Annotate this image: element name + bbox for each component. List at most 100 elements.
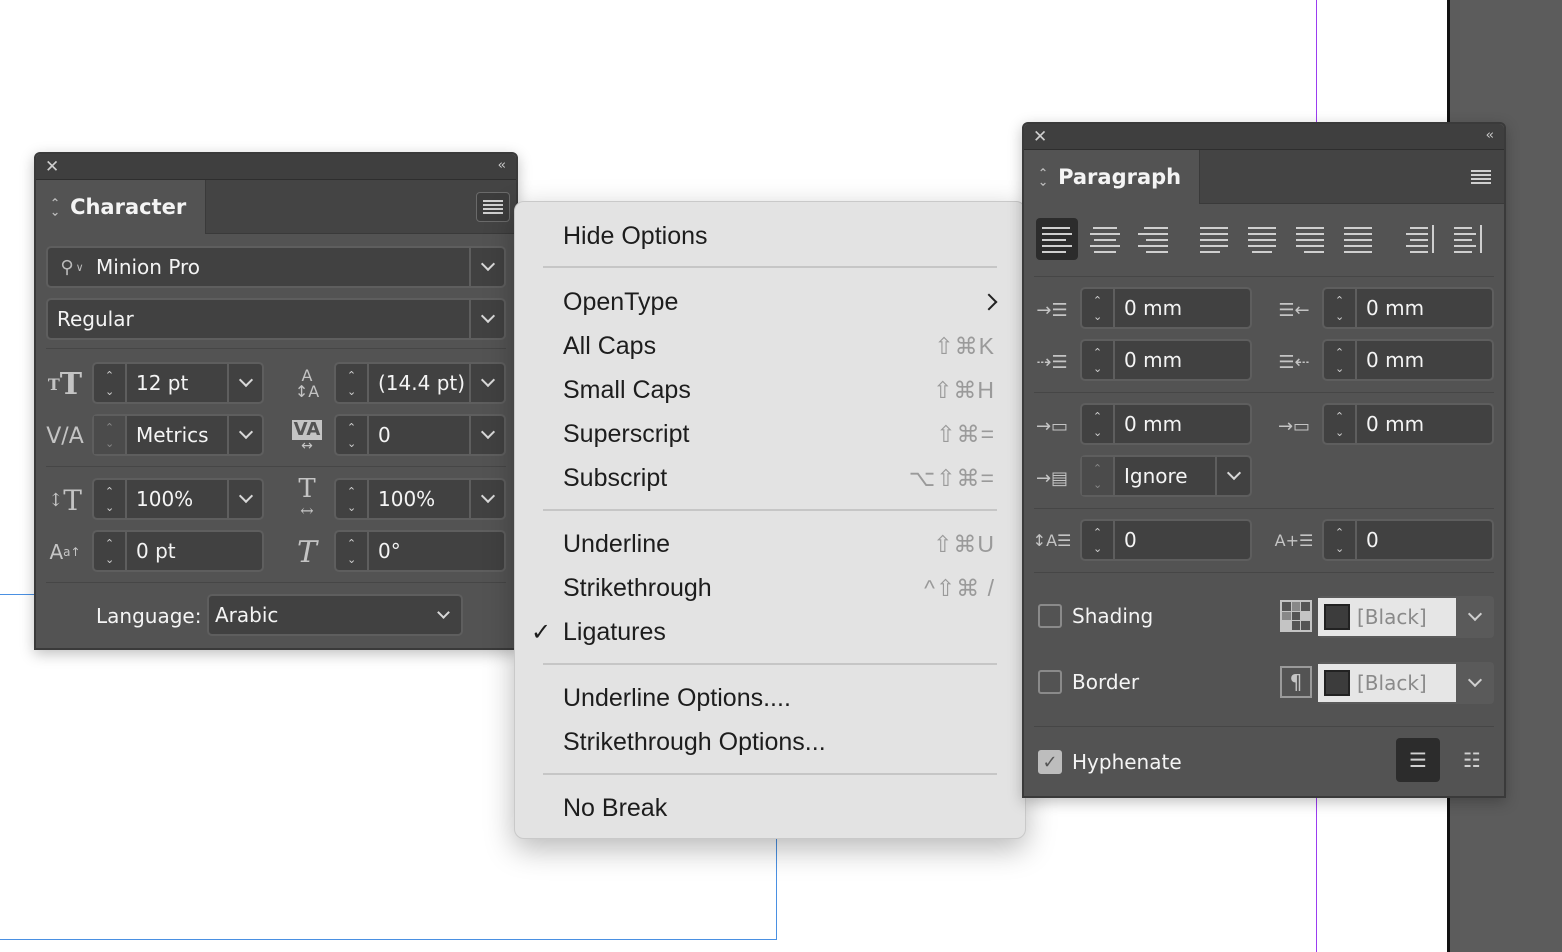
- tracking-value[interactable]: 0: [369, 423, 469, 447]
- font-style-field[interactable]: Regular: [46, 298, 506, 340]
- stepper[interactable]: ⌃ ⌃: [1082, 341, 1115, 379]
- paragraph-composer-button[interactable]: ☷: [1450, 738, 1494, 782]
- leading-field[interactable]: ⌃ ⌃ (14.4 pt): [334, 362, 506, 404]
- stepper[interactable]: ⌃ ⌃: [1082, 289, 1115, 327]
- chevron-down-icon[interactable]: [469, 248, 504, 286]
- close-icon[interactable]: ✕: [45, 157, 59, 177]
- font-family-value[interactable]: Minion Pro: [96, 255, 469, 279]
- chevron-down-icon[interactable]: [227, 480, 262, 518]
- justify-left-button[interactable]: [1194, 218, 1236, 260]
- stepper[interactable]: ⌃ ⌃: [336, 364, 369, 402]
- menu-item-underline[interactable]: Underline ⇧⌘U: [515, 524, 1025, 564]
- font-family-field[interactable]: ⚲ ∨ Minion Pro: [46, 246, 506, 288]
- chevron-down-icon[interactable]: [227, 416, 262, 454]
- font-size-field[interactable]: ⌃ ⌃ 12 pt: [92, 362, 264, 404]
- left-indent-field[interactable]: ⌃ ⌃ 0 mm: [1080, 287, 1252, 329]
- kerning-field[interactable]: ⌃ ⌃ Metrics: [92, 414, 264, 456]
- vertical-scale-field[interactable]: ⌃ ⌃ 100%: [92, 478, 264, 520]
- chevron-down-icon[interactable]: [469, 364, 504, 402]
- menu-item-underline-options[interactable]: Underline Options....: [515, 678, 1025, 718]
- menu-item-no-break[interactable]: No Break: [515, 788, 1025, 828]
- single-line-composer-button[interactable]: ☰: [1396, 738, 1440, 782]
- horizontal-scale-field[interactable]: ⌃ ⌃ 100%: [334, 478, 506, 520]
- baseline-shift-field[interactable]: ⌃ ⌃ 0 pt: [92, 530, 264, 572]
- stepper[interactable]: ⌃ ⌃: [1324, 521, 1357, 559]
- language-value[interactable]: Arabic: [209, 603, 425, 627]
- drop-cap-lines-value[interactable]: 0: [1115, 528, 1250, 552]
- menu-item-subscript[interactable]: Subscript ⌥⇧⌘=: [515, 458, 1025, 498]
- hyphenate-checkbox[interactable]: ✓: [1038, 750, 1062, 774]
- menu-item-superscript[interactable]: Superscript ⇧⌘=: [515, 414, 1025, 454]
- stepper[interactable]: ⌃ ⌃: [336, 416, 369, 454]
- stepper[interactable]: ⌃ ⌃: [336, 532, 369, 570]
- right-indent-field[interactable]: ⌃ ⌃ 0 mm: [1322, 287, 1494, 329]
- align-right-button[interactable]: [1132, 218, 1174, 260]
- menu-item-ligatures[interactable]: ✓ Ligatures: [515, 612, 1025, 652]
- panel-titlebar[interactable]: ✕ ‹‹: [36, 154, 516, 180]
- chevron-down-icon[interactable]: [469, 416, 504, 454]
- align-to-grid-select[interactable]: ⌃ ⌃ Ignore: [1080, 455, 1252, 497]
- justify-center-button[interactable]: [1242, 218, 1284, 260]
- last-line-indent-field[interactable]: ⌃ ⌃ 0 mm: [1322, 339, 1494, 381]
- vertical-scale-value[interactable]: 100%: [127, 487, 227, 511]
- horizontal-scale-value[interactable]: 100%: [369, 487, 469, 511]
- border-color-select[interactable]: [Black]: [1318, 662, 1494, 704]
- menu-item-strikethrough-options[interactable]: Strikethrough Options...: [515, 722, 1025, 762]
- shading-color-select[interactable]: [Black]: [1318, 596, 1494, 638]
- justify-all-button[interactable]: [1338, 218, 1380, 260]
- right-indent-value[interactable]: 0 mm: [1357, 296, 1492, 320]
- stepper[interactable]: ⌃ ⌃: [94, 480, 127, 518]
- panel-menu-button[interactable]: [1464, 162, 1498, 192]
- align-left-button[interactable]: [1036, 218, 1078, 260]
- leading-value[interactable]: (14.4 pt): [369, 371, 469, 395]
- align-to-grid-value[interactable]: Ignore: [1115, 464, 1215, 488]
- space-before-field[interactable]: ⌃ ⌃ 0 mm: [1080, 403, 1252, 445]
- left-indent-value[interactable]: 0 mm: [1115, 296, 1250, 320]
- justify-right-button[interactable]: [1290, 218, 1332, 260]
- stepper[interactable]: ⌃ ⌃: [1324, 289, 1357, 327]
- drop-cap-chars-field[interactable]: ⌃ ⌃ 0: [1322, 519, 1494, 561]
- align-towards-spine-button[interactable]: [1400, 218, 1442, 260]
- chevron-down-icon[interactable]: [1456, 672, 1494, 688]
- first-line-indent-value[interactable]: 0 mm: [1115, 348, 1250, 372]
- skew-value[interactable]: 0°: [369, 539, 504, 563]
- align-away-from-spine-button[interactable]: [1448, 218, 1490, 260]
- kerning-value[interactable]: Metrics: [127, 423, 227, 447]
- drop-cap-lines-field[interactable]: ⌃ ⌃ 0: [1080, 519, 1252, 561]
- align-center-button[interactable]: [1084, 218, 1126, 260]
- stepper[interactable]: ⌃ ⌃: [94, 532, 127, 570]
- shading-swatch-icon[interactable]: [1280, 600, 1312, 632]
- chevron-down-icon[interactable]: [227, 364, 262, 402]
- stepper[interactable]: ⌃ ⌃: [336, 480, 369, 518]
- pilcrow-icon[interactable]: ¶: [1280, 666, 1312, 698]
- first-line-indent-field[interactable]: ⌃ ⌃ 0 mm: [1080, 339, 1252, 381]
- stepper[interactable]: ⌃ ⌃: [94, 364, 127, 402]
- chevron-down-icon[interactable]: [1456, 606, 1494, 622]
- space-after-field[interactable]: ⌃ ⌃ 0 mm: [1322, 403, 1494, 445]
- panel-titlebar[interactable]: ✕ ‹‹: [1024, 124, 1504, 150]
- skew-field[interactable]: ⌃ ⌃ 0°: [334, 530, 506, 572]
- shading-checkbox[interactable]: [1038, 604, 1062, 628]
- menu-item-hide-options[interactable]: Hide Options: [515, 216, 1025, 256]
- chevron-down-icon[interactable]: [425, 605, 461, 619]
- tracking-field[interactable]: ⌃ ⌃ 0: [334, 414, 506, 456]
- close-icon[interactable]: ✕: [1033, 127, 1047, 147]
- menu-item-opentype[interactable]: OpenType: [515, 282, 1025, 322]
- drop-cap-chars-value[interactable]: 0: [1357, 528, 1492, 552]
- tab-paragraph[interactable]: ⌃ ⌃ Paragraph: [1024, 150, 1200, 204]
- stepper[interactable]: ⌃ ⌃: [1324, 405, 1357, 443]
- collapse-icon[interactable]: ‹‹: [1486, 128, 1495, 143]
- language-select[interactable]: Arabic: [207, 594, 463, 636]
- chevron-down-icon[interactable]: [469, 300, 504, 338]
- stepper[interactable]: ⌃ ⌃: [94, 416, 127, 454]
- panel-menu-button[interactable]: [476, 192, 510, 222]
- menu-item-all-caps[interactable]: All Caps ⇧⌘K: [515, 326, 1025, 366]
- stepper[interactable]: ⌃ ⌃: [1082, 457, 1115, 495]
- collapse-icon[interactable]: ‹‹: [498, 158, 507, 173]
- font-size-value[interactable]: 12 pt: [127, 371, 227, 395]
- font-style-value[interactable]: Regular: [48, 307, 469, 331]
- chevron-down-icon[interactable]: [469, 480, 504, 518]
- last-line-indent-value[interactable]: 0 mm: [1357, 348, 1492, 372]
- border-checkbox[interactable]: [1038, 670, 1062, 694]
- space-before-value[interactable]: 0 mm: [1115, 412, 1250, 436]
